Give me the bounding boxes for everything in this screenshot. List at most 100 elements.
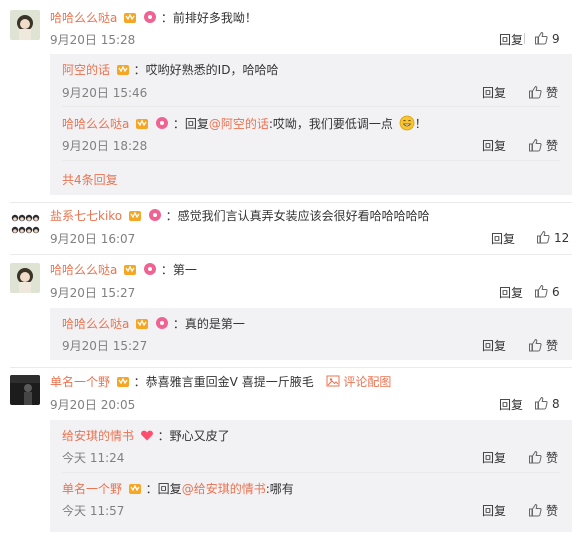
- reply-body: ：野心又皮了: [157, 429, 230, 443]
- reply-button[interactable]: 回复: [482, 502, 506, 519]
- donut-icon: [148, 208, 162, 222]
- comment-picture-link[interactable]: 评论配图: [324, 374, 392, 389]
- like-label: 赞: [546, 86, 559, 100]
- reply-prefix: ：回复: [145, 482, 182, 496]
- vip-crown-icon: [135, 316, 149, 330]
- heart-icon: [140, 428, 154, 442]
- username-link[interactable]: 盐系七七kiko: [50, 209, 122, 223]
- reply-time: 9月20日 15:27: [62, 339, 148, 353]
- avatar[interactable]: [10, 10, 40, 40]
- reply-button[interactable]: 回复: [482, 449, 506, 466]
- thumbs-up-icon: [528, 138, 542, 152]
- username-link[interactable]: 单名一个野: [62, 482, 122, 496]
- thumbs-up-icon: [528, 85, 542, 99]
- comment-time: 9月20日 15:27: [50, 286, 136, 300]
- like-count: 9: [552, 32, 560, 46]
- like-label: 赞: [546, 504, 559, 518]
- avatar[interactable]: [10, 375, 40, 405]
- comment-text: 哈哈么么哒a ：第一: [50, 262, 197, 278]
- reply-suffix: ！: [414, 117, 427, 131]
- reply-button[interactable]: 回复: [482, 337, 506, 354]
- thumbs-up-icon: [534, 31, 548, 45]
- like-count: 6: [552, 285, 560, 299]
- vip-crown-icon: [123, 10, 137, 24]
- mention-link[interactable]: @阿空的话: [209, 117, 269, 131]
- reply-time: 今天 11:57: [62, 504, 125, 518]
- reply-body: :哎呦，我们要低调一点: [268, 117, 393, 131]
- reply-body: ：真的是第一: [172, 317, 245, 331]
- username-link[interactable]: 哈哈么么哒a: [62, 317, 129, 331]
- reply-button[interactable]: 回复: [499, 31, 523, 48]
- thumbs-up-icon: [534, 284, 548, 298]
- vip-crown-icon: [116, 374, 130, 388]
- username-link[interactable]: 单名一个野: [50, 375, 110, 389]
- reply-text: 哈哈么么哒a ：真的是第一: [62, 316, 245, 332]
- username-link[interactable]: 哈哈么么哒a: [50, 263, 117, 277]
- comment-body: ：恭喜雅言重回金V 喜提一斤腋毛: [133, 375, 314, 389]
- like-button[interactable]: 6: [534, 284, 560, 299]
- reply-body: ：哎哟好熟悉的ID，哈哈哈: [133, 63, 279, 77]
- avatar[interactable]: [10, 209, 40, 239]
- picture-label: 评论配图: [343, 375, 392, 389]
- like-count: 8: [552, 397, 560, 411]
- vip-crown-icon: [116, 62, 130, 76]
- vip-crown-icon: [123, 262, 137, 276]
- like-button[interactable]: 12: [536, 230, 569, 245]
- username-link[interactable]: 阿空的话: [62, 63, 110, 77]
- comment-body: ：前排好多我呦！: [160, 11, 257, 25]
- donut-icon: [155, 316, 169, 330]
- comment-separator: [10, 254, 572, 255]
- mention-link[interactable]: @给安琪的情书: [182, 482, 266, 496]
- like-button[interactable]: 8: [534, 396, 560, 411]
- comment-time: 9月20日 20:05: [50, 398, 136, 412]
- like-label: 赞: [546, 451, 559, 465]
- comment-time: 9月20日 16:07: [50, 232, 136, 246]
- reply-text: 给安琪的情书 ：野心又皮了: [62, 428, 230, 444]
- like-button[interactable]: 赞: [528, 337, 558, 354]
- comment-text: 单名一个野 ：恭喜雅言重回金V 喜提一斤腋毛 评论配图: [50, 374, 391, 390]
- reply-button[interactable]: 回复: [482, 137, 506, 154]
- divider: [62, 472, 560, 473]
- reply-button[interactable]: 回复: [499, 396, 523, 413]
- thumbs-up-icon: [528, 503, 542, 517]
- comment-separator: [10, 367, 572, 368]
- reply-prefix: ：回复: [172, 117, 209, 131]
- reply-time: 9月20日 18:28: [62, 139, 148, 153]
- username-link[interactable]: 哈哈么么哒a: [50, 11, 117, 25]
- thumbs-up-icon: [536, 230, 550, 244]
- donut-icon: [155, 116, 169, 130]
- reply-text: 阿空的话 ：哎哟好熟悉的ID，哈哈哈: [62, 62, 278, 78]
- reply-button[interactable]: 回复: [491, 230, 515, 247]
- divider: [524, 33, 525, 44]
- like-button[interactable]: 赞: [528, 137, 558, 154]
- reply-text: 哈哈么么哒a ：回复@阿空的话:哎呦，我们要低调一点 ！: [62, 115, 427, 132]
- comment-text: 盐系七七kiko ：感觉我们言认真弄女装应该会很好看哈哈哈哈哈: [50, 208, 430, 224]
- thumbs-up-icon: [528, 338, 542, 352]
- reply-time: 今天 11:24: [62, 451, 125, 465]
- divider: [62, 106, 560, 107]
- vip-crown-icon: [128, 481, 142, 495]
- view-all-replies-link[interactable]: 共4条回复: [62, 171, 118, 188]
- like-button[interactable]: 9: [524, 31, 560, 46]
- username-link[interactable]: 哈哈么么哒a: [62, 117, 129, 131]
- like-button[interactable]: 赞: [528, 502, 558, 519]
- reply-button[interactable]: 回复: [499, 284, 523, 301]
- reply-text: 单名一个野 ：回复@给安琪的情书:哪有: [62, 481, 294, 497]
- like-button[interactable]: 赞: [528, 84, 558, 101]
- comment-body: ：感觉我们言认真弄女装应该会很好看哈哈哈哈哈: [165, 209, 430, 223]
- divider: [62, 160, 560, 161]
- username-link[interactable]: 给安琪的情书: [62, 429, 134, 443]
- vip-crown-icon: [128, 208, 142, 222]
- thumbs-up-icon: [534, 396, 548, 410]
- comment-separator: [10, 202, 572, 203]
- image-icon: [326, 374, 340, 388]
- like-label: 赞: [546, 139, 559, 153]
- avatar[interactable]: [10, 263, 40, 293]
- comment-time: 9月20日 15:28: [50, 33, 136, 47]
- comment-body: ：第一: [160, 263, 197, 277]
- reply-time: 9月20日 15:46: [62, 86, 148, 100]
- donut-icon: [143, 262, 157, 276]
- reply-button[interactable]: 回复: [482, 84, 506, 101]
- like-label: 赞: [546, 339, 559, 353]
- like-button[interactable]: 赞: [528, 449, 558, 466]
